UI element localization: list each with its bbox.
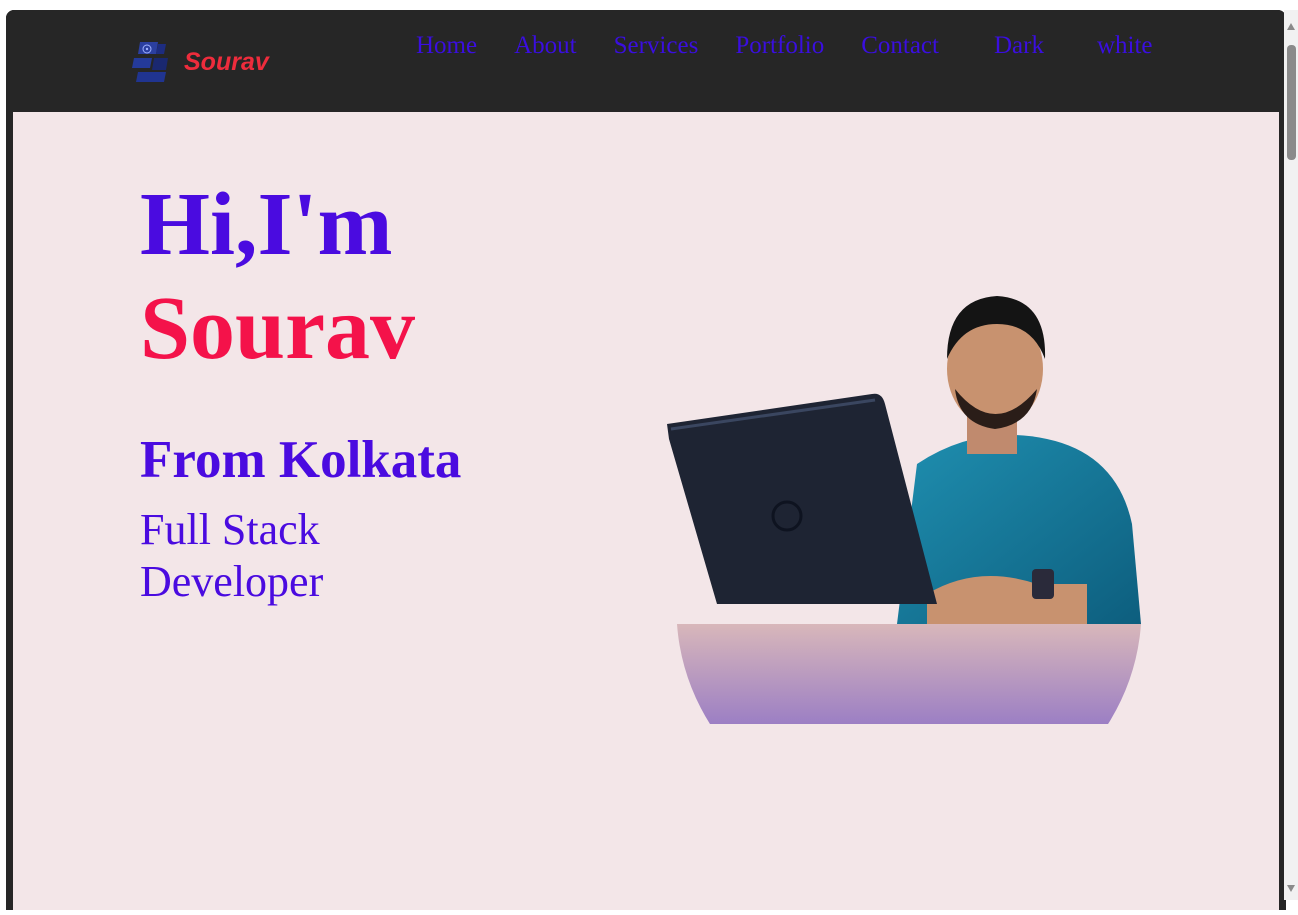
profile-photo [647, 264, 1141, 724]
hero-location: From Kolkata [140, 431, 462, 489]
navbar: Sourav Home About Services Portfolio Con… [6, 10, 1286, 112]
scroll-up-arrow-icon[interactable] [1287, 23, 1295, 30]
nav-link-portfolio[interactable]: Portfolio [735, 32, 824, 60]
moon-icon [1082, 37, 1092, 55]
vertical-scrollbar[interactable] [1284, 10, 1298, 900]
hero-role: Full Stack Developer [140, 505, 324, 606]
light-theme-button[interactable]: white [1079, 32, 1153, 60]
hero-section: Hi,I'm Sourav From Kolkata Full Stack De… [13, 112, 1279, 910]
nav-link-services[interactable]: Services [614, 32, 699, 60]
light-theme-label: white [1096, 32, 1153, 59]
brand-logo[interactable]: Sourav [130, 40, 269, 84]
browser-window: Sourav Home About Services Portfolio Con… [6, 10, 1286, 910]
logo-icon [132, 42, 168, 82]
nav-link-contact[interactable]: Contact [861, 32, 939, 60]
brand-name: Sourav [184, 47, 269, 76]
nav-link-home[interactable]: Home [416, 32, 477, 60]
hero-greeting: Hi,I'm [140, 175, 393, 274]
dark-theme-label: Dark [993, 32, 1044, 59]
moon-icon [979, 37, 989, 55]
scroll-down-arrow-icon[interactable] [1287, 885, 1295, 892]
nav-menu: Home About Services Portfolio Contact Da… [416, 32, 1188, 60]
hero-name: Sourav [140, 279, 416, 378]
dark-theme-button[interactable]: Dark [976, 32, 1044, 60]
scroll-thumb[interactable] [1287, 45, 1296, 160]
nav-link-about[interactable]: About [514, 32, 577, 60]
